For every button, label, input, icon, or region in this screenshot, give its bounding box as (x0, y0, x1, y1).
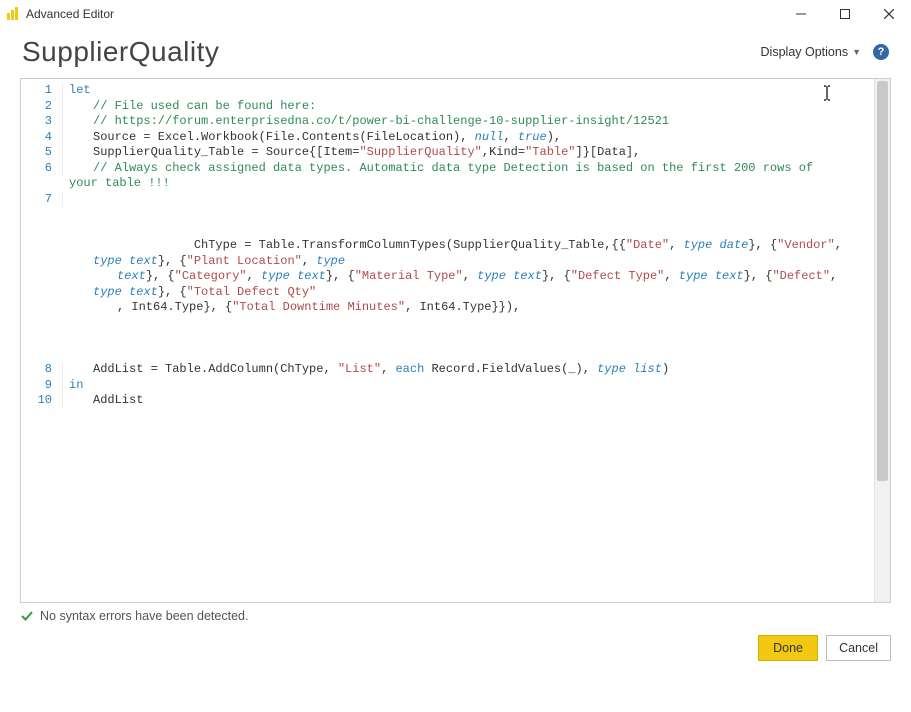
line-number: 6 (21, 161, 63, 177)
line-number: 7 (21, 192, 63, 208)
title-bar: Advanced Editor (0, 0, 911, 28)
code-panel[interactable]: 1 let 2 // File used can be found here: … (21, 79, 874, 602)
code-line[interactable]: 4 Source = Excel.Workbook(File.Contents(… (21, 130, 874, 146)
code-line[interactable]: 3 // https://forum.enterprisedna.co/t/po… (21, 114, 874, 130)
line-number: 2 (21, 99, 63, 115)
vertical-scrollbar[interactable] (874, 79, 890, 602)
scrollbar-thumb[interactable] (877, 81, 888, 481)
query-name: SupplierQuality (22, 36, 219, 68)
code-lines[interactable]: 1 let 2 // File used can be found here: … (21, 79, 874, 413)
done-button[interactable]: Done (758, 635, 818, 661)
line-number: 5 (21, 145, 63, 161)
text-cursor-icon (822, 85, 832, 101)
check-icon (20, 609, 34, 623)
maximize-button[interactable] (823, 0, 867, 28)
status-bar: No syntax errors have been detected. (20, 609, 891, 623)
code-line[interactable]: 7 ChType = Table.TransformColumnTypes(Su… (21, 192, 874, 363)
header: SupplierQuality Display Options ▼ ? (0, 28, 911, 78)
footer: Done Cancel (0, 631, 911, 673)
help-icon[interactable]: ? (873, 44, 889, 60)
line-number: 10 (21, 393, 63, 409)
code-line[interactable]: 10 AddList (21, 393, 874, 409)
code-line[interactable]: 5 SupplierQuality_Table = Source{[Item="… (21, 145, 874, 161)
line-number: 4 (21, 130, 63, 146)
app-icon (6, 7, 20, 21)
code-line[interactable]: 8 AddList = Table.AddColumn(ChType, "Lis… (21, 362, 874, 378)
code-line[interactable]: 9 in (21, 378, 874, 394)
line-number: 1 (21, 83, 63, 99)
status-text: No syntax errors have been detected. (40, 609, 248, 623)
line-number: 9 (21, 378, 63, 394)
line-number: 8 (21, 362, 63, 378)
line-number: 3 (21, 114, 63, 130)
code-line[interactable]: 2 // File used can be found here: (21, 99, 874, 115)
code-line[interactable]: 6 // Always check assigned data types. A… (21, 161, 874, 192)
close-button[interactable] (867, 0, 911, 28)
code-scroll[interactable]: 1 let 2 // File used can be found here: … (21, 79, 874, 602)
minimize-button[interactable] (779, 0, 823, 28)
display-options-dropdown[interactable]: Display Options ▼ (761, 45, 861, 59)
display-options-label: Display Options (761, 45, 849, 59)
window-title: Advanced Editor (26, 7, 114, 21)
cancel-button[interactable]: Cancel (826, 635, 891, 661)
code-editor[interactable]: 1 let 2 // File used can be found here: … (20, 78, 891, 603)
chevron-down-icon: ▼ (852, 47, 861, 57)
code-line[interactable]: 1 let (21, 83, 874, 99)
